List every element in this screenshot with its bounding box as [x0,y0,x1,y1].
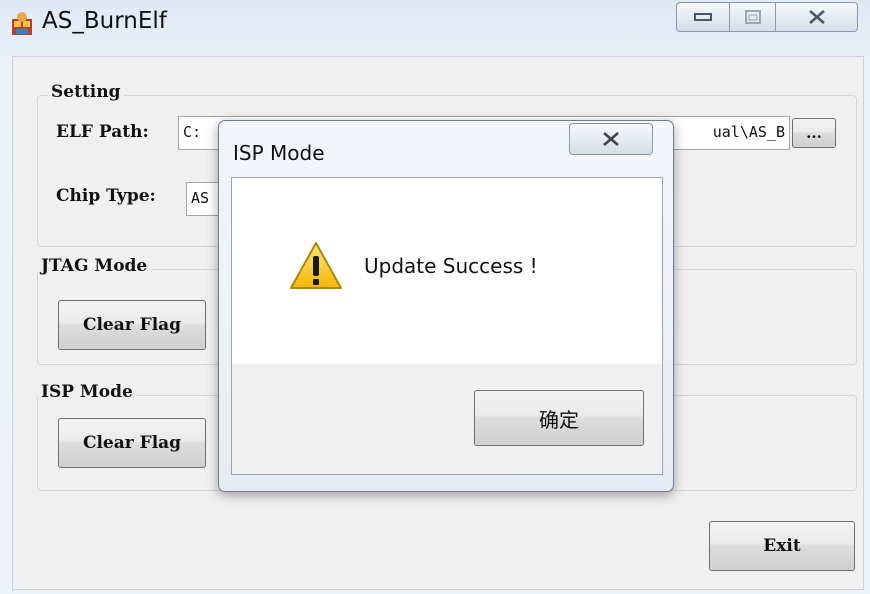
minimize-button[interactable] [676,2,730,32]
elf-path-label: ELF Path: [56,122,149,142]
elf-path-value-start: C: [183,123,202,141]
chip-type-value: AS [191,189,210,207]
app-icon [12,12,32,35]
title-bar[interactable]: AS_BurnElf [0,0,870,52]
dialog-message: Update Success ! [364,254,538,278]
jtag-clear-flag-button[interactable]: Clear Flag [58,300,206,350]
chip-type-label: Chip Type: [56,186,156,206]
warning-icon [290,242,342,289]
jtag-mode-group-label: JTAG Mode [38,256,151,276]
dialog-close-button[interactable] [569,123,653,155]
dialog-body: Update Success ! 确定 [231,177,663,475]
close-icon [603,132,619,146]
elf-path-value-end: ual\AS_B [712,123,785,141]
close-icon [808,10,825,24]
window-close-button[interactable] [776,2,858,32]
window-title: AS_BurnElf [42,8,167,34]
isp-mode-group-label: ISP Mode [38,382,136,402]
isp-mode-dialog: ISP Mode Update Success ! 确定 [218,120,674,492]
exit-button[interactable]: Exit [709,521,855,571]
minimize-icon [694,13,712,21]
maximize-icon [744,10,761,24]
setting-group-label: Setting [48,82,124,102]
ok-button[interactable]: 确定 [474,390,644,446]
caption-buttons [676,2,860,34]
browse-button[interactable]: ... [792,118,836,148]
dialog-title: ISP Mode [233,141,325,165]
maximize-button[interactable] [730,2,776,32]
isp-clear-flag-button[interactable]: Clear Flag [58,418,206,468]
